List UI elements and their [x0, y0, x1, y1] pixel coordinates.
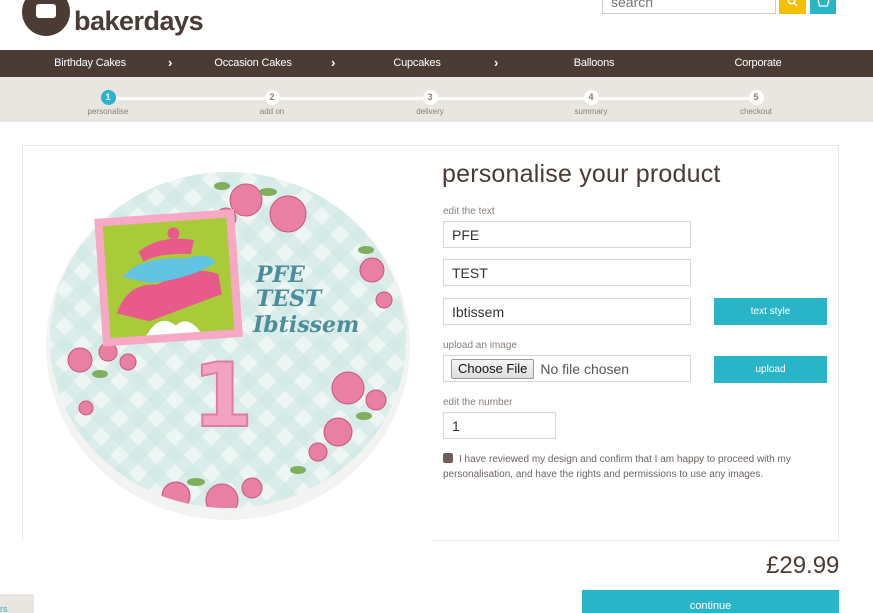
corner-tab[interactable]: rs [0, 594, 34, 613]
basket-button[interactable] [810, 0, 836, 14]
step-summary[interactable]: 4 summary [556, 90, 626, 116]
step-checkout[interactable]: 5 checkout [721, 90, 791, 116]
step-number: 4 [583, 90, 599, 105]
step-personalise[interactable]: 1 personalise [73, 90, 143, 116]
step-number: 1 [100, 90, 116, 105]
chevron-right-icon: › [331, 55, 336, 70]
step-label: add on [259, 107, 285, 116]
number-input[interactable] [443, 412, 556, 439]
text-line-2-input[interactable] [443, 259, 691, 286]
cake-text-line-1: PFE [255, 262, 306, 288]
upload-button[interactable]: upload [714, 356, 827, 383]
basket-icon [817, 0, 829, 7]
text-line-3-input[interactable] [443, 298, 691, 325]
nav-item-corporate[interactable]: Corporate [708, 50, 808, 77]
no-file-text: No file chosen [540, 360, 630, 377]
price: £29.99 [766, 552, 840, 579]
cake-text-line-2: TEST [256, 286, 323, 312]
step-number: 3 [422, 90, 438, 105]
cake-preview: PFE TEST Ibtissem 1 [46, 170, 410, 522]
divider [431, 540, 839, 541]
edit-text-label: edit the text [443, 206, 495, 217]
step-number: 5 [748, 90, 764, 105]
corner-tab-label: rs [0, 604, 8, 613]
text-line-1-input[interactable] [443, 221, 691, 248]
brand-logo[interactable]: bakerdays [22, 0, 204, 37]
continue-button[interactable]: continue [582, 590, 839, 613]
nav-item-cupcakes[interactable]: Cupcakes [367, 50, 467, 77]
confirm-text: I have reviewed my design and confirm th… [443, 454, 791, 480]
nav-item-occasion-cakes[interactable]: Occasion Cakes [203, 50, 303, 77]
step-label: personalise [87, 107, 129, 116]
site-header: bakerdays [0, 0, 873, 50]
step-label: delivery [416, 107, 444, 116]
logo-icon [22, 0, 70, 36]
search-button[interactable] [779, 0, 806, 14]
cake-text-line-3: Ibtissem [252, 312, 359, 338]
step-number: 2 [264, 90, 280, 105]
cake-number: 1 [192, 344, 253, 447]
page-title: personalise your product [442, 160, 721, 188]
nav-item-birthday-cakes[interactable]: Birthday Cakes [40, 50, 140, 77]
step-label: summary [574, 107, 608, 116]
edit-number-label: edit the number [443, 397, 513, 408]
step-delivery[interactable]: 3 delivery [395, 90, 465, 116]
search-icon [787, 0, 798, 7]
brand-name: bakerdays [74, 6, 204, 36]
cake-image: PFE TEST Ibtissem 1 [46, 172, 410, 520]
main-nav: Birthday Cakes › Occasion Cakes › Cupcak… [0, 50, 873, 77]
file-input[interactable]: Choose File No file chosen [443, 355, 691, 382]
chevron-right-icon: › [494, 55, 499, 70]
upload-image-label: upload an image [443, 340, 517, 351]
nav-item-balloons[interactable]: Balloons [544, 50, 644, 77]
search-input[interactable] [602, 0, 776, 14]
text-style-button[interactable]: text style [714, 298, 827, 325]
step-label: checkout [739, 107, 773, 116]
chevron-right-icon: › [168, 55, 173, 70]
step-add-on[interactable]: 2 add on [237, 90, 307, 116]
checkout-steps: 1 personalise 2 add on 3 delivery 4 summ… [0, 77, 873, 122]
choose-file-button[interactable]: Choose File [451, 358, 535, 379]
